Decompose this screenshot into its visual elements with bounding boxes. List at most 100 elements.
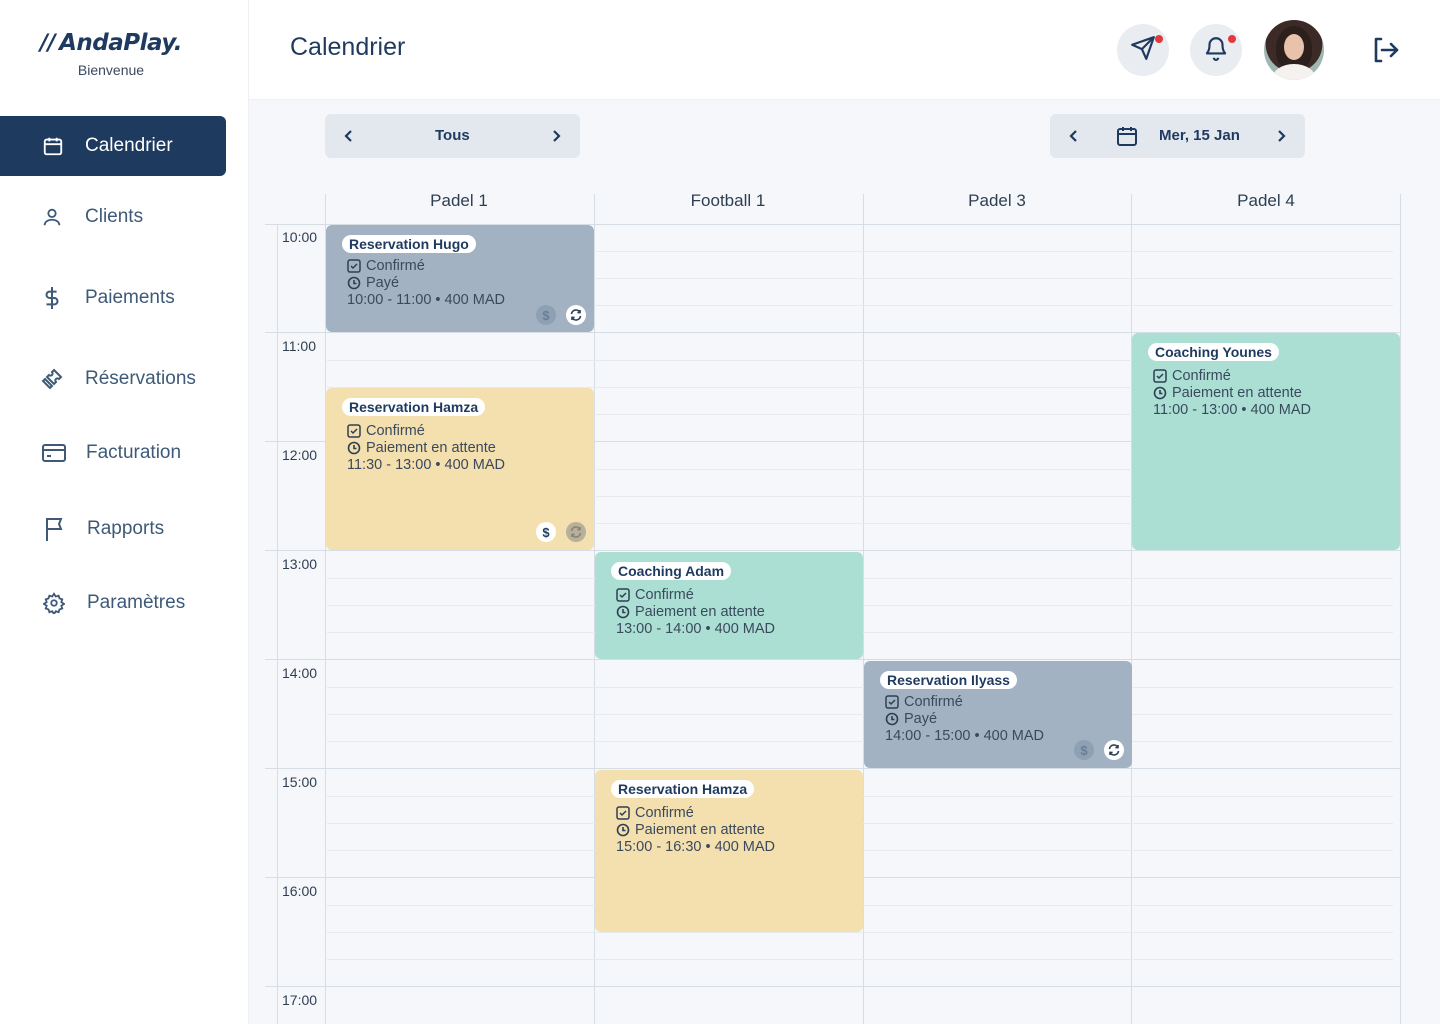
event-status: Confirmé — [635, 804, 694, 821]
event-payment: Paiement en attente — [635, 603, 765, 620]
brand: //AndaPlay. Bienvenue — [0, 30, 222, 78]
event-title: Reservation Hamza — [611, 780, 755, 798]
event-details: 14:00 - 15:00 • 400 MAD — [885, 727, 1045, 744]
time-label: 15:00 — [282, 774, 318, 790]
clock-icon — [616, 823, 630, 836]
event-card[interactable]: Reservation Hamza Confirmé Paiement en a… — [595, 770, 863, 932]
event-payment: Payé — [904, 710, 938, 727]
chevron-left-icon[interactable] — [1062, 124, 1086, 148]
time-label: 12:00 — [282, 447, 318, 463]
send-button[interactable] — [1117, 24, 1169, 76]
avatar[interactable] — [1264, 20, 1324, 80]
event-payment: Paiement en attente — [635, 821, 765, 838]
clock-icon — [347, 276, 361, 289]
clock-icon — [1153, 386, 1167, 399]
page-title: Calendrier — [290, 33, 406, 61]
flag-icon — [41, 516, 67, 542]
logo[interactable]: //AndaPlay. — [40, 30, 182, 56]
event-status: Confirmé — [904, 693, 963, 710]
welcome-text: Bienvenue — [77, 62, 145, 78]
logout-button[interactable] — [1369, 34, 1401, 66]
credit-card-icon — [41, 440, 67, 466]
chevron-left-icon[interactable] — [337, 124, 361, 148]
sidebar-item-calendrier[interactable]: Calendrier — [0, 116, 226, 176]
notifications-button[interactable] — [1190, 24, 1242, 76]
event-payment: Payé — [366, 274, 400, 291]
sidebar-item-parametres[interactable]: Paramètres — [0, 573, 226, 633]
event-title: Coaching Adam — [611, 562, 732, 580]
check-square-icon — [616, 805, 630, 820]
event-status: Confirmé — [366, 257, 425, 274]
event-payment: Paiement en attente — [366, 439, 496, 456]
calendar-icon[interactable] — [1114, 123, 1140, 149]
dollar-badge-icon[interactable]: $ — [536, 522, 556, 542]
refresh-icon[interactable] — [1104, 740, 1124, 760]
venue-selector: Tous — [325, 114, 580, 158]
sidebar-item-facturation[interactable]: Facturation — [0, 423, 226, 483]
sidebar-item-label: Calendrier — [85, 135, 173, 156]
ticket-icon — [39, 366, 65, 392]
refresh-icon[interactable] — [566, 522, 586, 542]
dollar-icon — [39, 285, 65, 311]
venue-filter-value: Tous — [435, 127, 470, 144]
chevron-right-icon[interactable] — [1269, 124, 1293, 148]
time-label: 13:00 — [282, 556, 318, 572]
event-card[interactable]: Reservation Hugo Confirmé Payé 10:00 - 1… — [326, 225, 594, 332]
user-icon — [39, 204, 65, 230]
calendar-icon — [40, 133, 66, 159]
dollar-badge-icon[interactable]: $ — [536, 305, 556, 325]
event-card[interactable]: Reservation Ilyass Confirmé Payé 14:00 -… — [864, 661, 1132, 768]
check-square-icon — [1153, 368, 1167, 383]
time-label: 11:00 — [282, 338, 316, 354]
event-details: 11:00 - 13:00 • 400 MAD — [1153, 401, 1311, 418]
event-status: Confirmé — [366, 422, 425, 439]
date-selector: Mer, 15 Jan — [1050, 114, 1305, 158]
sidebar-item-label: Rapports — [87, 518, 165, 539]
logo-mark-icon: // — [40, 30, 56, 56]
sidebar-item-rapports[interactable]: Rapports — [0, 499, 226, 559]
sidebar: //AndaPlay. Bienvenue Calendrier Clients… — [0, 0, 249, 1024]
event-title: Reservation Ilyass — [880, 671, 1017, 689]
time-label: 17:00 — [282, 992, 318, 1008]
event-card[interactable]: Coaching Adam Confirmé Paiement en atten… — [595, 552, 863, 659]
column-header-padel-3: Padel 3 — [968, 191, 1026, 210]
event-details: 13:00 - 14:00 • 400 MAD — [616, 620, 776, 637]
time-label: 16:00 — [282, 883, 318, 899]
column-header-padel-4: Padel 4 — [1237, 191, 1295, 210]
sidebar-item-reservations[interactable]: Réservations — [0, 349, 226, 409]
event-card[interactable]: Coaching Younes Confirmé Paiement en att… — [1132, 333, 1400, 550]
sidebar-item-clients[interactable]: Clients — [0, 187, 226, 247]
calendar-area: Tous Mer, 15 Jan Padel 1 Football 1 Pade… — [249, 100, 1440, 1024]
event-status: Confirmé — [1172, 367, 1231, 384]
date-filter-value: Mer, 15 Jan — [1159, 127, 1240, 144]
refresh-icon[interactable] — [566, 305, 586, 325]
event-title: Coaching Younes — [1148, 343, 1279, 361]
time-label: 10:00 — [282, 229, 318, 245]
event-details: 11:30 - 13:00 • 400 MAD — [347, 456, 505, 473]
dollar-badge-icon[interactable]: $ — [1074, 740, 1094, 760]
logout-icon — [1369, 37, 1401, 70]
check-square-icon — [885, 694, 899, 709]
notification-dot — [1228, 35, 1236, 43]
event-card[interactable]: Reservation Hamza Confirmé Paiement en a… — [326, 388, 594, 550]
column-header-padel-1: Padel 1 — [430, 191, 488, 210]
chevron-right-icon[interactable] — [544, 124, 568, 148]
sidebar-item-label: Paiements — [85, 287, 175, 308]
sidebar-item-label: Clients — [85, 206, 144, 227]
time-label: 14:00 — [282, 665, 318, 681]
clock-icon — [347, 441, 361, 454]
check-square-icon — [347, 258, 361, 273]
sidebar-item-paiements[interactable]: Paiements — [0, 268, 226, 328]
send-icon — [1130, 35, 1156, 66]
event-details: 10:00 - 11:00 • 400 MAD — [347, 291, 505, 308]
header: Calendrier — [249, 0, 1440, 100]
bell-icon — [1203, 35, 1229, 66]
event-title: Reservation Hamza — [342, 398, 486, 416]
sidebar-item-label: Réservations — [85, 368, 196, 389]
check-square-icon — [616, 587, 630, 602]
sidebar-item-label: Facturation — [86, 442, 182, 463]
check-square-icon — [347, 423, 361, 438]
clock-icon — [885, 712, 899, 725]
column-header-football-1: Football 1 — [690, 191, 766, 210]
event-title: Reservation Hugo — [342, 235, 476, 253]
